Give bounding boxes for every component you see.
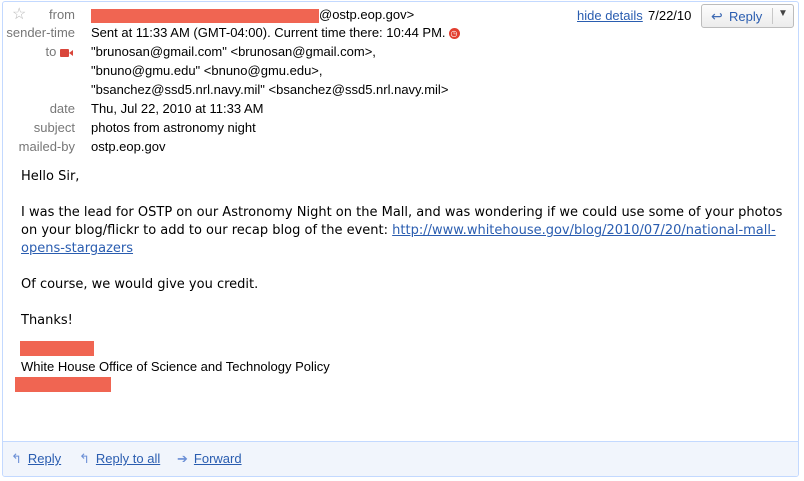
footer-forward-label: Forward <box>193 451 242 466</box>
greeting: Hello Sir, <box>21 169 80 184</box>
subject-value: photos from astronomy night <box>91 120 256 135</box>
reply-button[interactable]: ↩ Reply ▼ <box>701 4 794 28</box>
footer-reply-link[interactable]: ↰ Reply <box>11 451 61 467</box>
clock-icon: ◷ <box>448 28 460 40</box>
signature-org: White House Office of Science and Techno… <box>21 359 330 374</box>
to-row-2: "bnuno@gmu.edu" <bnuno@gmu.edu>, <box>3 62 563 80</box>
sender-time-value: Sent at 11:33 AM (GMT-04:00). Current ti… <box>91 25 446 40</box>
from-value[interactable]: @ostp.eop.gov> <box>91 6 414 24</box>
reply-button-label: Reply <box>729 9 763 24</box>
signature-name <box>20 340 791 358</box>
hide-details-link[interactable]: hide details <box>577 8 643 23</box>
to-recipient-1: "brunosan@gmail.com" <brunosan@gmail.com… <box>91 44 376 59</box>
more-options-dropdown-icon[interactable]: ▼ <box>778 8 788 19</box>
footer-forward-link[interactable]: ➔ Forward <box>177 451 242 467</box>
redacted-signature-name <box>20 341 94 356</box>
message-date-short: 7/22/10 <box>648 8 692 23</box>
to-row: to "brunosan@gmail.com" <brunosan@gmail.… <box>3 43 563 61</box>
date-value: Thu, Jul 22, 2010 at 11:33 AM <box>91 101 264 116</box>
from-email-domain: @ostp.eop.gov> <box>319 7 415 22</box>
from-row: from @ostp.eop.gov> <box>3 6 563 24</box>
mailed-by-row: mailed-by ostp.eop.gov <box>3 138 563 156</box>
sender-time-label: sender-time <box>6 25 75 40</box>
to-recipient-2: "bnuno@gmu.edu" <bnuno@gmu.edu>, <box>91 63 323 78</box>
message-body: Hello Sir, I was the lead for OSTP on ou… <box>15 168 791 394</box>
sender-time-row: sender-time Sent at 11:33 AM (GMT-04:00)… <box>3 24 563 42</box>
paragraph-thanks: Thanks! <box>21 313 73 328</box>
redacted-signature-line <box>15 377 111 392</box>
mailed-by-label: mailed-by <box>18 139 75 154</box>
to-row-3: "bsanchez@ssd5.nrl.navy.mil" <bsanchez@s… <box>3 81 563 99</box>
subject-row: subject photos from astronomy night <box>3 119 563 137</box>
date-label: date <box>49 101 75 116</box>
from-label: from <box>49 7 75 22</box>
video-chat-icon[interactable] <box>60 48 73 57</box>
footer-reply-label: Reply <box>27 451 62 466</box>
date-row: date Thu, Jul 22, 2010 at 11:33 AM <box>3 100 563 118</box>
paragraph-credit: Of course, we would give you credit. <box>21 277 259 292</box>
message-actions-bar: ↰ Reply ↰ Reply to all ➔ Forward <box>3 441 798 476</box>
to-recipient-3: "bsanchez@ssd5.nrl.navy.mil" <bsanchez@s… <box>91 82 449 97</box>
footer-reply-all-link[interactable]: ↰ Reply to all <box>79 451 160 467</box>
reply-arrow-icon: ↩ <box>711 8 723 24</box>
signature-extra <box>15 376 791 394</box>
sender-time-value-wrap: Sent at 11:33 AM (GMT-04:00). Current ti… <box>91 24 460 42</box>
paragraph-request: I was the lead for OSTP on our Astronomy… <box>21 204 791 258</box>
subject-label: subject <box>33 120 75 135</box>
footer-reply-all-label: Reply to all <box>95 451 161 466</box>
email-message-pane: ☆ from @ostp.eop.gov> hide details 7/22/… <box>2 1 799 477</box>
reply-arrow-icon: ↰ <box>11 451 22 466</box>
redacted-sender-name <box>91 8 319 23</box>
reply-all-arrow-icon: ↰ <box>79 451 90 466</box>
to-label: to <box>3 43 75 61</box>
forward-arrow-icon: ➔ <box>177 451 188 466</box>
reply-button-divider <box>772 8 773 24</box>
to-label-text: to <box>45 44 57 59</box>
mailed-by-value: ostp.eop.gov <box>91 139 166 154</box>
